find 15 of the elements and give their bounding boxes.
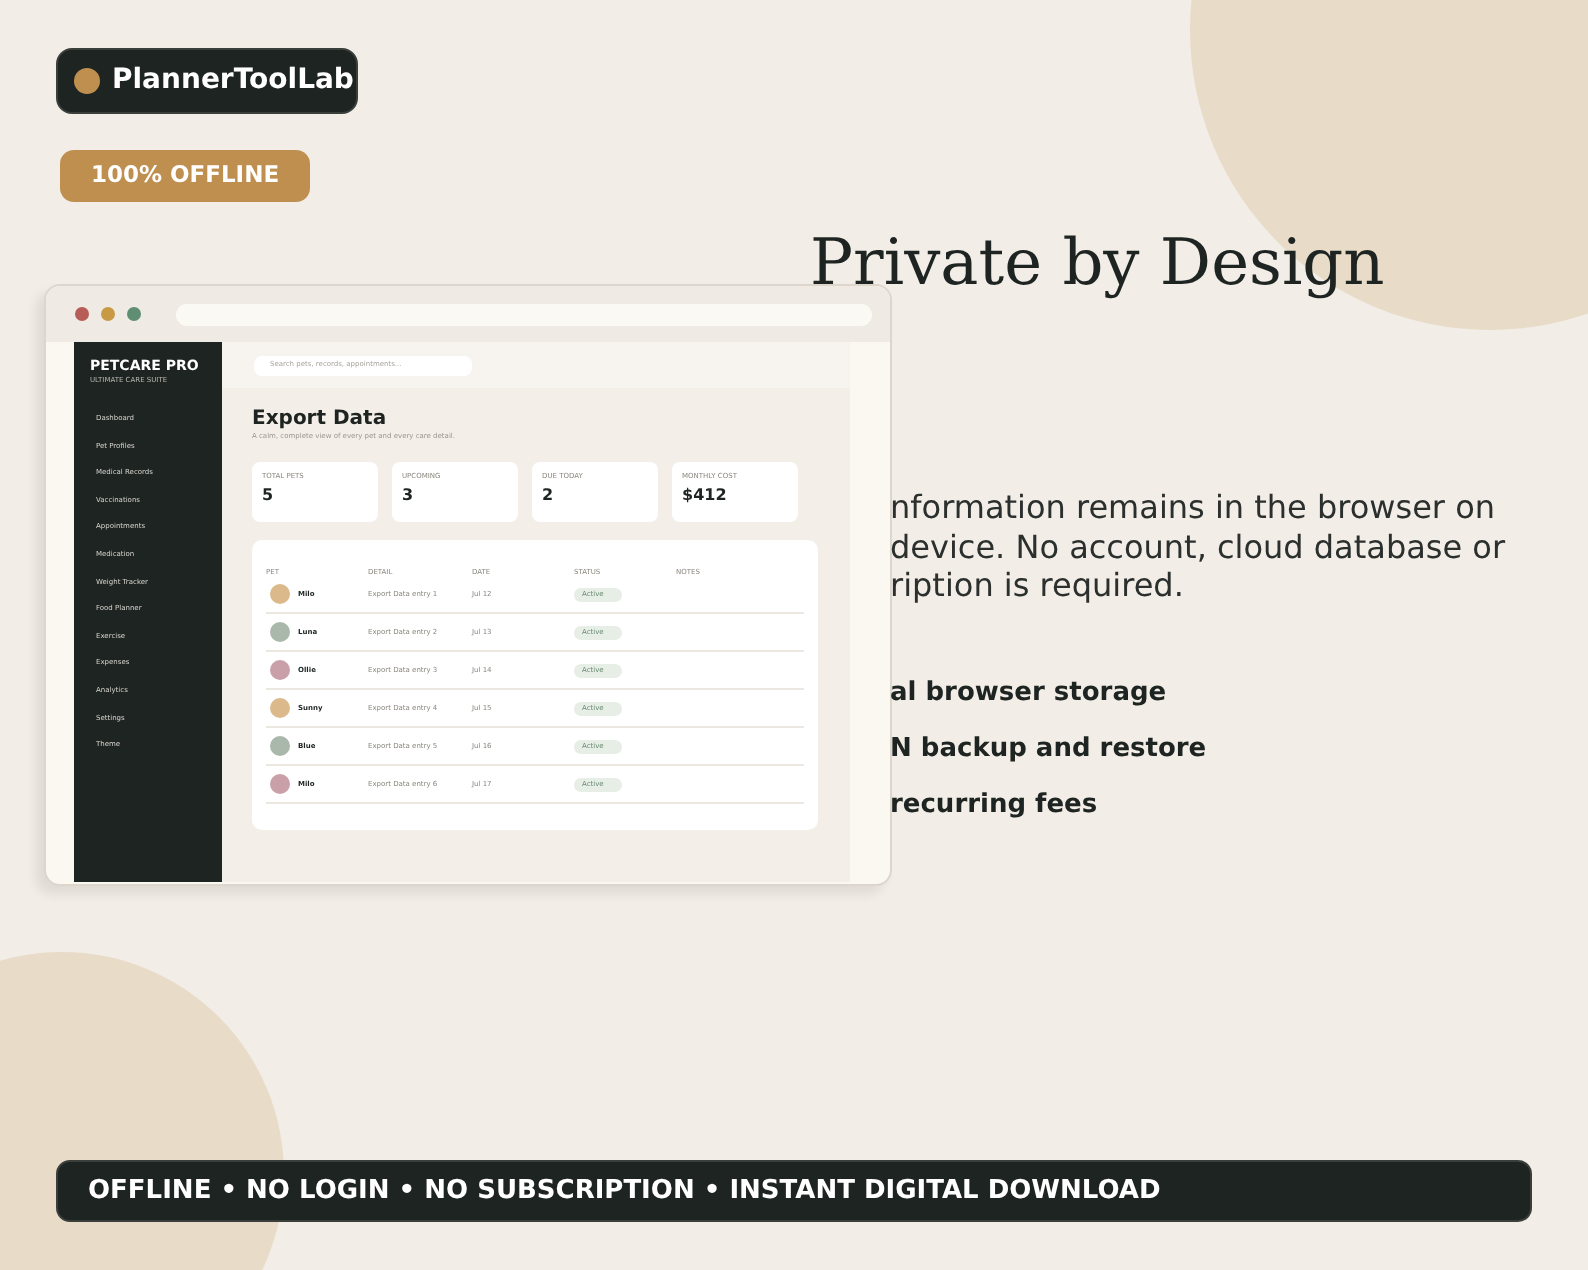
feature-item: recurring fees: [890, 789, 1100, 821]
feature-item: N backup and restore: [890, 733, 1209, 765]
stat-value: 5: [262, 484, 276, 508]
headline: Private by Design: [810, 222, 1387, 304]
stat-value: 2: [542, 484, 556, 508]
feature-item: al browser storage: [890, 677, 1169, 709]
page-title: Export Data: [252, 408, 389, 432]
description-paragraph: nformation remains in the browser on device. No account, cloud database or ription is required.: [890, 488, 1506, 605]
stat-value: 3: [402, 484, 416, 508]
brand-name: PlannerToolLab: [112, 62, 354, 100]
offline-badge: 100% OFFLINE: [60, 150, 310, 202]
circle-icon: [74, 68, 100, 94]
footer-banner: OFFLINE • NO LOGIN • NO SUBSCRIPTION • INSTANT DIGITAL DOWNLOAD: [56, 1160, 1532, 1222]
window-dots-icon: [74, 306, 146, 322]
stat-value: $412: [682, 484, 729, 508]
